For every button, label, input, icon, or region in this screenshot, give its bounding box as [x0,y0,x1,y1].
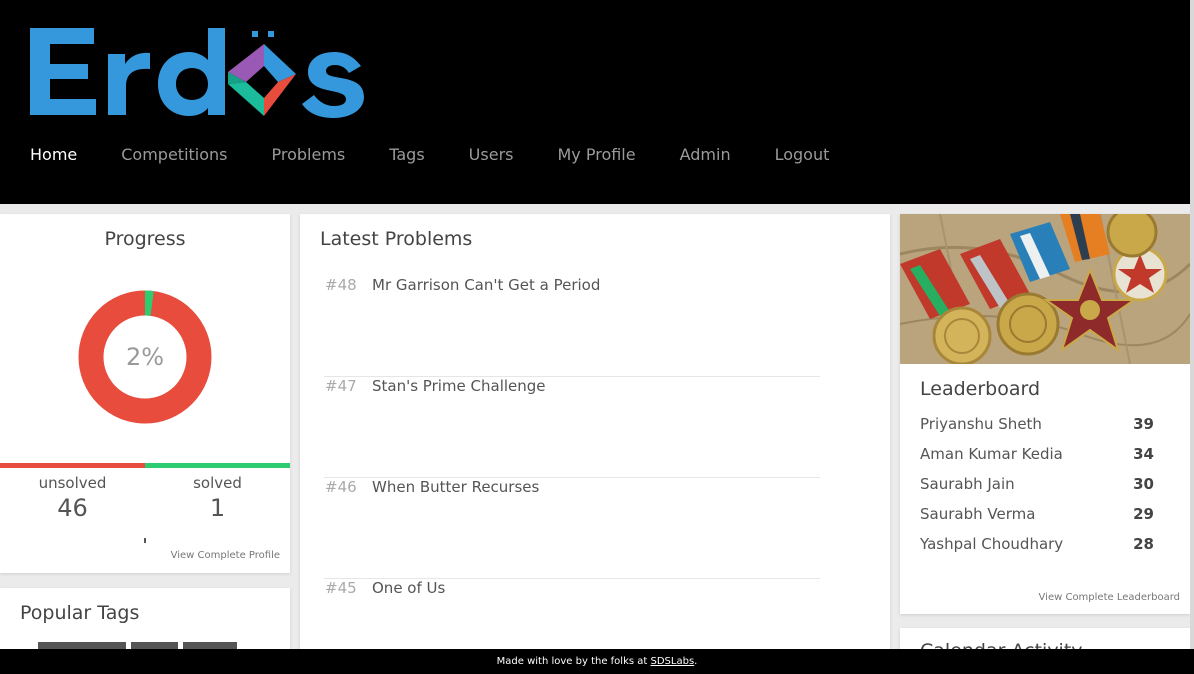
solved-count: 1 [209,494,226,522]
leaderboard-row[interactable]: Saurabh Jain 30 [920,472,1154,496]
divider-tick [144,538,146,543]
nav-problems[interactable]: Problems [272,145,346,164]
leaderboard-row[interactable]: Yashpal Choudhary 28 [920,532,1154,556]
footer-suffix: . [694,656,698,667]
leaderboard-row[interactable]: Priyanshu Sheth 39 [920,412,1154,436]
leaderboard-card: Leaderboard Priyanshu Sheth 39 Aman Kuma… [900,214,1190,614]
sdslabs-link[interactable]: SDSLabs [651,656,695,667]
nav-home[interactable]: Home [30,145,77,164]
problem-item[interactable]: #47 Stan's Prime Challenge [324,377,820,478]
leaderboard-title: Leaderboard [920,378,1041,400]
leader-score: 34 [1133,445,1154,463]
problem-title[interactable]: Stan's Prime Challenge [372,377,546,395]
view-complete-profile-link[interactable]: View Complete Profile [171,550,280,561]
nav-my-profile[interactable]: My Profile [557,145,635,164]
unsolved-label: unsolved [38,474,107,492]
leader-name[interactable]: Aman Kumar Kedia [920,445,1063,463]
problem-number: #47 [325,377,357,395]
leader-score: 29 [1133,505,1154,523]
leader-score: 28 [1133,535,1154,553]
site-header: Home Competitions Problems Tags Users My… [0,0,1190,204]
problem-number: #46 [325,478,357,496]
leader-score: 39 [1133,415,1154,433]
unsolved-stat: unsolved 46 [0,474,145,522]
problem-title[interactable]: When Butter Recurses [372,478,539,496]
nav-competitions[interactable]: Competitions [121,145,227,164]
problem-item[interactable]: #48 Mr Garrison Can't Get a Period [324,276,820,377]
leader-name[interactable]: Saurabh Verma [920,505,1035,523]
problem-title[interactable]: One of Us [372,579,445,597]
progress-title: Progress [104,228,186,250]
main-nav: Home Competitions Problems Tags Users My… [30,142,873,166]
popular-tags-title: Popular Tags [20,602,140,624]
problem-number: #45 [325,579,357,597]
unsolved-bar [0,463,145,468]
leader-name[interactable]: Yashpal Choudhary [920,535,1063,553]
progress-percent: 2% [125,343,165,371]
leader-score: 30 [1133,475,1154,493]
problem-title[interactable]: Mr Garrison Can't Get a Period [372,276,600,294]
leader-name[interactable]: Saurabh Jain [920,475,1015,493]
nav-tags[interactable]: Tags [389,145,424,164]
progress-card: Progress 2% unsolved 46 solved 1 View Co… [0,214,290,573]
problem-item[interactable]: #46 When Butter Recurses [324,478,820,579]
nav-admin[interactable]: Admin [680,145,731,164]
view-complete-leaderboard-link[interactable]: View Complete Leaderboard [1039,592,1180,603]
nav-logout[interactable]: Logout [775,145,830,164]
leader-name[interactable]: Priyanshu Sheth [920,415,1042,433]
nav-users[interactable]: Users [469,145,514,164]
site-footer: Made with love by the folks at SDSLabs. [0,649,1194,674]
solved-label: solved [193,474,242,492]
problem-number: #48 [325,276,357,294]
erdos-logo[interactable] [28,24,368,118]
popular-tags-card: Popular Tags [0,588,290,658]
leaderboard-row[interactable]: Aman Kumar Kedia 34 [920,442,1154,466]
unsolved-count: 46 [57,494,88,522]
medals-image [900,214,1190,364]
leaderboard-row[interactable]: Saurabh Verma 29 [920,502,1154,526]
latest-problems-card: Latest Problems #48 Mr Garrison Can't Ge… [300,214,890,664]
solved-bar [145,463,290,468]
page-scrollbar[interactable] [1190,0,1194,674]
latest-problems-title: Latest Problems [320,228,473,250]
solved-stat: solved 1 [145,474,290,522]
footer-text: Made with love by the folks at [496,656,648,667]
